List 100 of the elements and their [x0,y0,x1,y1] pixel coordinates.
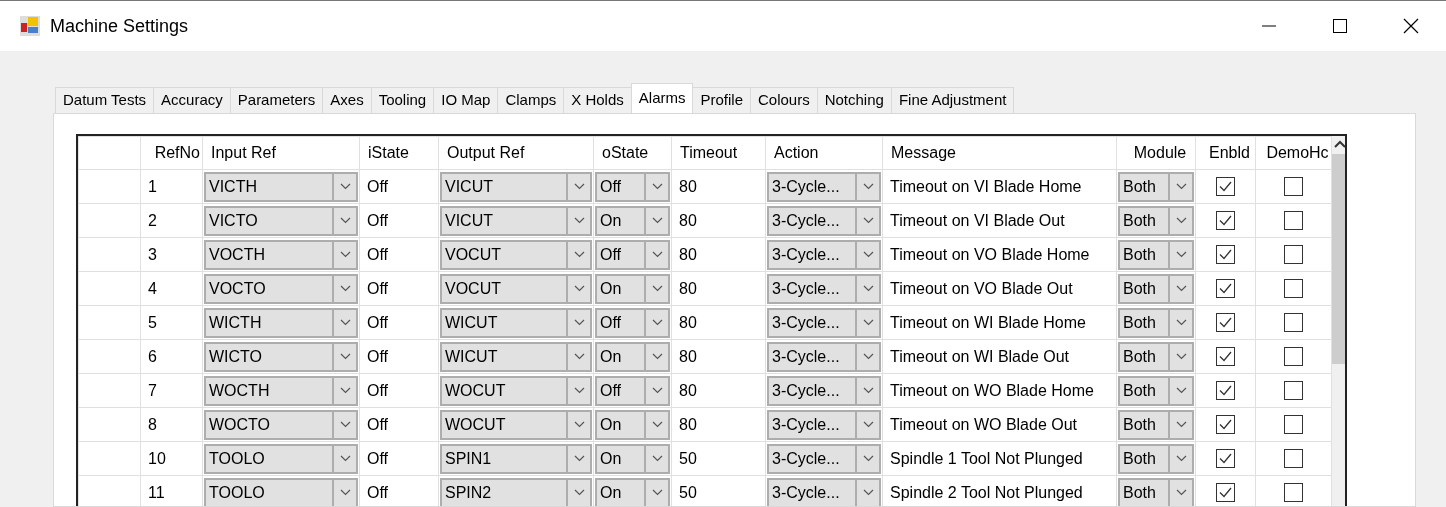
table-cell-text: 3 [147,244,158,265]
checkbox[interactable] [1216,313,1235,332]
checkbox[interactable] [1284,245,1303,264]
dropdown[interactable]: On [595,409,670,440]
dropdown[interactable]: Both [1118,341,1194,372]
dropdown[interactable]: WOCUT [440,409,592,440]
dropdown[interactable]: WOCTO [204,409,358,440]
table-cell-text: Timeout on VI Blade Home [889,176,1083,197]
table-cell-text: 80 [678,244,698,265]
chevron-down-icon [339,489,351,496]
checkbox[interactable] [1284,313,1303,332]
checkbox[interactable] [1216,279,1235,298]
dropdown[interactable]: Both [1118,205,1194,236]
dropdown[interactable]: VICTH [204,171,358,202]
checkbox[interactable] [1284,211,1303,230]
checkbox[interactable] [1216,381,1235,400]
dropdown[interactable]: VICUT [440,205,592,236]
dropdown[interactable]: Off [595,375,670,406]
dropdown[interactable]: WICTO [204,341,358,372]
dropdown[interactable]: 3-Cycle... [767,341,881,372]
dropdown[interactable]: VICUT [440,171,592,202]
dropdown[interactable]: Both [1118,171,1194,202]
dropdown[interactable]: 3-Cycle... [767,205,881,236]
dropdown[interactable]: 3-Cycle... [767,239,881,270]
dropdown[interactable]: WICUT [440,307,592,338]
chevron-down-icon [573,285,585,292]
table-cell-text: Timeout on WO Blade Out [889,414,1079,435]
tab[interactable]: Fine Adjustment [890,87,1015,113]
checkbox[interactable] [1216,415,1235,434]
dropdown[interactable]: Off [595,307,670,338]
dropdown[interactable]: 3-Cycle... [767,443,881,474]
dropdown[interactable]: Both [1118,443,1194,474]
dropdown[interactable]: Both [1118,307,1194,338]
table-cell-text: Off [366,176,390,197]
table-cell-text: Off [366,312,390,333]
dropdown[interactable]: WICTH [204,307,358,338]
checkbox[interactable] [1216,449,1235,468]
chevron-down-icon [1175,421,1187,428]
checkbox[interactable] [1284,483,1303,502]
scrollbar[interactable] [1332,136,1345,506]
dropdown[interactable]: On [595,205,670,236]
chevron-down-icon [862,285,874,292]
dropdown[interactable]: Both [1118,239,1194,270]
checkbox[interactable] [1284,415,1303,434]
dropdown[interactable]: WICUT [440,341,592,372]
column-header: Input Ref [211,144,276,162]
dropdown[interactable]: On [595,443,670,474]
dropdown[interactable]: VOCTH [204,239,358,270]
dropdown[interactable]: Off [595,239,670,270]
dropdown[interactable]: SPIN1 [440,443,592,474]
table-cell-text: 80 [678,176,698,197]
table-cell-text: 80 [678,210,698,231]
dropdown[interactable]: On [595,477,670,506]
dropdown[interactable]: Both [1118,273,1194,304]
dropdown[interactable]: WOCTH [204,375,358,406]
dropdown[interactable]: SPIN2 [440,477,592,506]
tab[interactable]: Datum Tests [55,87,155,113]
chevron-down-icon [573,455,585,462]
chevron-down-icon [573,319,585,326]
dropdown[interactable]: WOCUT [440,375,592,406]
dropdown[interactable]: 3-Cycle... [767,409,881,440]
table-cell-text: Spindle 1 Tool Not Plunged [889,448,1084,469]
dropdown[interactable]: 3-Cycle... [767,375,881,406]
checkbox[interactable] [1216,347,1235,366]
dropdown[interactable]: VOCTO [204,273,358,304]
maximize-icon [1332,19,1347,33]
dropdown[interactable]: Off [595,171,670,202]
checkbox[interactable] [1284,381,1303,400]
chevron-down-icon [651,217,663,224]
checkbox[interactable] [1284,177,1303,196]
checkbox[interactable] [1284,449,1303,468]
dropdown[interactable]: On [595,273,670,304]
chevron-down-icon [339,319,351,326]
dropdown[interactable]: VOCUT [440,273,592,304]
dropdown[interactable]: Both [1118,375,1194,406]
dropdown[interactable]: TOOLO [204,443,358,474]
dropdown[interactable]: TOOLO [204,477,358,506]
dropdown[interactable]: 3-Cycle... [767,171,881,202]
dropdown[interactable]: VOCUT [440,239,592,270]
table-cell-text: Timeout on VO Blade Home [889,244,1091,265]
checkbox[interactable] [1216,177,1235,196]
chevron-down-icon [339,421,351,428]
checkbox[interactable] [1284,279,1303,298]
dropdown[interactable]: On [595,341,670,372]
checkbox[interactable] [1216,483,1235,502]
dropdown[interactable]: 3-Cycle... [767,273,881,304]
dropdown[interactable]: 3-Cycle... [767,477,881,506]
tab[interactable]: Alarms [630,83,694,113]
checkbox[interactable] [1216,211,1235,230]
dropdown[interactable]: Both [1118,409,1194,440]
chevron-down-icon [573,421,585,428]
table-cell-text: Off [366,278,390,299]
dropdown[interactable]: VICTO [204,205,358,236]
dropdown[interactable]: 3-Cycle... [767,307,881,338]
table-cell-text: 10 [147,448,167,469]
checkbox[interactable] [1216,245,1235,264]
dropdown[interactable]: Both [1118,477,1194,506]
table-cell-text: Timeout on WO Blade Home [889,380,1095,401]
table-cell-text: Off [366,414,390,435]
checkbox[interactable] [1284,347,1303,366]
